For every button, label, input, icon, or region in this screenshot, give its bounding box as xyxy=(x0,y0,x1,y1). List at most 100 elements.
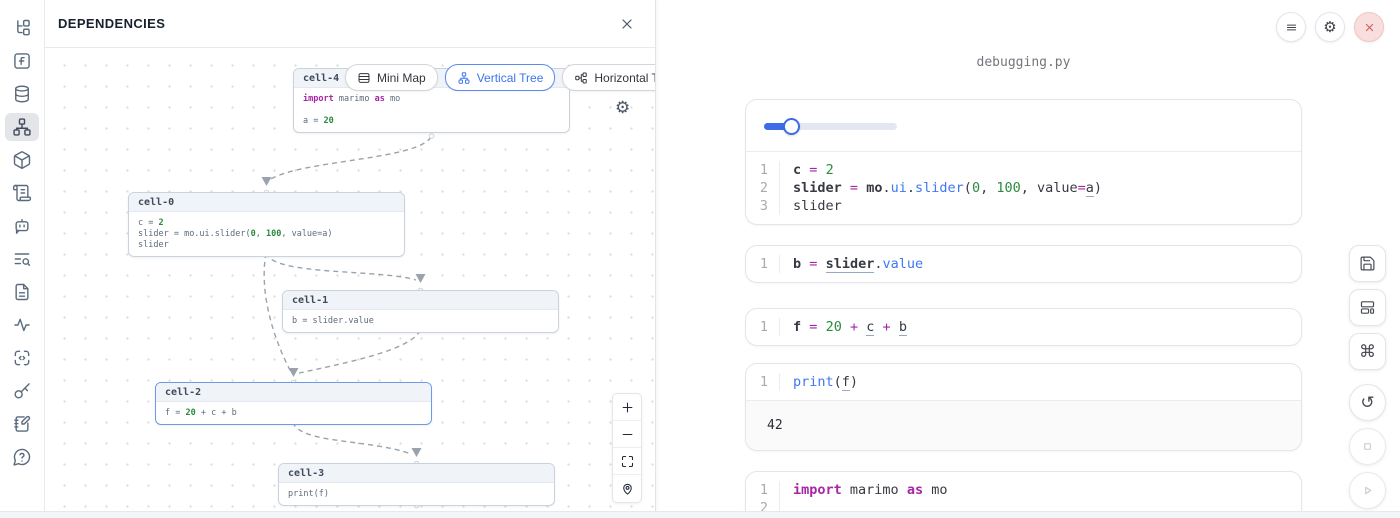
mini-map-button[interactable]: Mini Map xyxy=(345,64,438,91)
notebook-cell[interactable]: 1print(f) 42 xyxy=(745,363,1302,451)
code-line: 1f = 20 + c + b xyxy=(746,318,1301,336)
sidebar-item-key[interactable] xyxy=(5,377,39,405)
shutdown-button[interactable] xyxy=(1354,12,1384,42)
notebook-cell[interactable]: 1f = 20 + c + b xyxy=(745,308,1302,346)
undo-icon: ↺ xyxy=(1360,394,1374,411)
slider-output xyxy=(746,100,1301,151)
sidebar-item-help[interactable] xyxy=(5,443,39,471)
code-editor[interactable]: 1print(f) xyxy=(746,364,1301,400)
horizontal-tree-button[interactable]: Horizontal Tree xyxy=(562,64,655,91)
help-icon xyxy=(12,447,32,467)
top-actions: ⚙ xyxy=(1276,12,1384,42)
dependencies-panel: DEPENDENCIES xyxy=(45,0,656,518)
key-icon xyxy=(12,381,32,401)
graph-node-cell-2[interactable]: cell-2f = 20 + c + b xyxy=(155,382,432,425)
layout-button[interactable] xyxy=(1349,289,1386,326)
node-code: f = 20 + c + b xyxy=(156,402,431,424)
keyboard-shortcuts-button[interactable]: ⌘ xyxy=(1349,333,1386,370)
button-label: Vertical Tree xyxy=(477,71,544,85)
cell-output: 42 xyxy=(746,400,1301,450)
tree-horizontal-icon xyxy=(574,71,588,85)
code-line: 1c = 2 xyxy=(746,161,1301,179)
sidebar-item-scratchpad[interactable] xyxy=(5,410,39,438)
graph-node-cell-0[interactable]: cell-0c = 2slider = mo.ui.slider(0, 100,… xyxy=(128,192,405,257)
sidebar-item-scroll[interactable] xyxy=(5,179,39,207)
code-editor[interactable]: 1b = slider.value xyxy=(746,246,1301,282)
bottom-strip xyxy=(0,511,1400,518)
activity-icon xyxy=(12,315,32,335)
locate-cell-button[interactable] xyxy=(613,475,641,502)
close-panel-button[interactable] xyxy=(619,16,635,32)
graph-settings-button[interactable]: ⚙ xyxy=(615,99,630,116)
close-icon xyxy=(1362,20,1377,35)
notebook-cell[interactable]: 1b = slider.value xyxy=(745,245,1302,283)
save-button[interactable] xyxy=(1349,245,1386,282)
code-editor[interactable]: 1c = 22slider = mo.ui.slider(0, 100, val… xyxy=(746,151,1301,224)
graph-node-cell-3[interactable]: cell-3print(f) xyxy=(278,463,555,506)
settings-button[interactable]: ⚙ xyxy=(1315,12,1345,42)
code-line: 1print(f) xyxy=(746,373,1301,391)
code-editor[interactable]: 1f = 20 + c + b xyxy=(746,309,1301,345)
notebook-cells: 1c = 22slider = mo.ui.slider(0, 100, val… xyxy=(745,99,1302,518)
sidebar-item-chat-bot[interactable] xyxy=(5,212,39,240)
zoom-out-button[interactable] xyxy=(613,421,641,448)
dependency-graph-icon xyxy=(12,117,32,137)
node-code: c = 2slider = mo.ui.slider(0, 100, value… xyxy=(129,212,404,256)
run-button[interactable] xyxy=(1349,472,1386,509)
slider-track[interactable] xyxy=(764,123,897,130)
sidebar-item-function-square[interactable] xyxy=(5,47,39,75)
package-icon xyxy=(12,150,32,170)
left-sidebar xyxy=(0,0,45,518)
tree-vertical-icon xyxy=(457,71,471,85)
sidebar-item-snippets[interactable] xyxy=(5,344,39,372)
zoom-controls xyxy=(612,393,642,503)
button-label: Horizontal Tree xyxy=(594,71,655,85)
code-line: 3slider xyxy=(746,197,1301,215)
dependency-graph-canvas[interactable]: cell-4import marimo as mo a = 20cell-0c … xyxy=(45,48,655,518)
play-icon xyxy=(1359,482,1376,499)
sidebar-item-file-tree[interactable] xyxy=(5,14,39,42)
scratchpad-icon xyxy=(12,414,32,434)
sidebar-item-package[interactable] xyxy=(5,146,39,174)
notebook-cell[interactable]: 1c = 22slider = mo.ui.slider(0, 100, val… xyxy=(745,99,1302,225)
chat-bot-icon xyxy=(12,216,32,236)
marimo-app: DEPENDENCIES xyxy=(0,0,1400,518)
node-code: print(f) xyxy=(279,483,554,505)
panel-title: DEPENDENCIES xyxy=(58,16,165,31)
right-action-rail: ⌘↺ xyxy=(1349,245,1386,509)
minus-icon xyxy=(620,427,635,442)
fullscreen-icon xyxy=(620,454,635,469)
notebook-filename: debugging.py xyxy=(656,55,1302,70)
notebook-area: ⚙ debugging.py 1c = 22slider = mo.ui.sli… xyxy=(656,0,1400,518)
database-icon xyxy=(12,84,32,104)
line-number: 2 xyxy=(746,179,780,197)
node-code: import marimo as mo a = 20 xyxy=(294,88,569,132)
fit-view-button[interactable] xyxy=(613,448,641,475)
menu-button[interactable] xyxy=(1276,12,1306,42)
graph-node-cell-1[interactable]: cell-1b = slider.value xyxy=(282,290,559,333)
sidebar-item-activity[interactable] xyxy=(5,311,39,339)
slider-thumb[interactable] xyxy=(783,118,800,135)
line-number: 1 xyxy=(746,318,780,336)
code-line: 1import marimo as mo xyxy=(746,481,1301,499)
menu-icon xyxy=(1284,20,1299,35)
sidebar-item-text-search[interactable] xyxy=(5,245,39,273)
file-text-icon xyxy=(12,282,32,302)
node-title: cell-3 xyxy=(279,464,554,483)
text-search-icon xyxy=(12,249,32,269)
snippets-icon xyxy=(12,348,32,368)
zoom-in-button[interactable] xyxy=(613,394,641,421)
layout-icon xyxy=(1359,299,1376,316)
stop-button[interactable] xyxy=(1349,428,1386,465)
code-line: 2slider = mo.ui.slider(0, 100, value=a) xyxy=(746,179,1301,197)
node-title: cell-2 xyxy=(156,383,431,402)
undo-button[interactable]: ↺ xyxy=(1349,384,1386,421)
file-tree-icon xyxy=(12,18,32,38)
vertical-tree-button[interactable]: Vertical Tree xyxy=(445,64,556,91)
dependencies-header: DEPENDENCIES xyxy=(45,0,655,48)
graph-view-toolbar: Mini Map Vertical Tree Horizontal Tree xyxy=(345,64,655,91)
sidebar-item-database[interactable] xyxy=(5,80,39,108)
sidebar-item-dependency-graph[interactable] xyxy=(5,113,39,141)
locate-icon xyxy=(620,481,635,496)
sidebar-item-file-text[interactable] xyxy=(5,278,39,306)
